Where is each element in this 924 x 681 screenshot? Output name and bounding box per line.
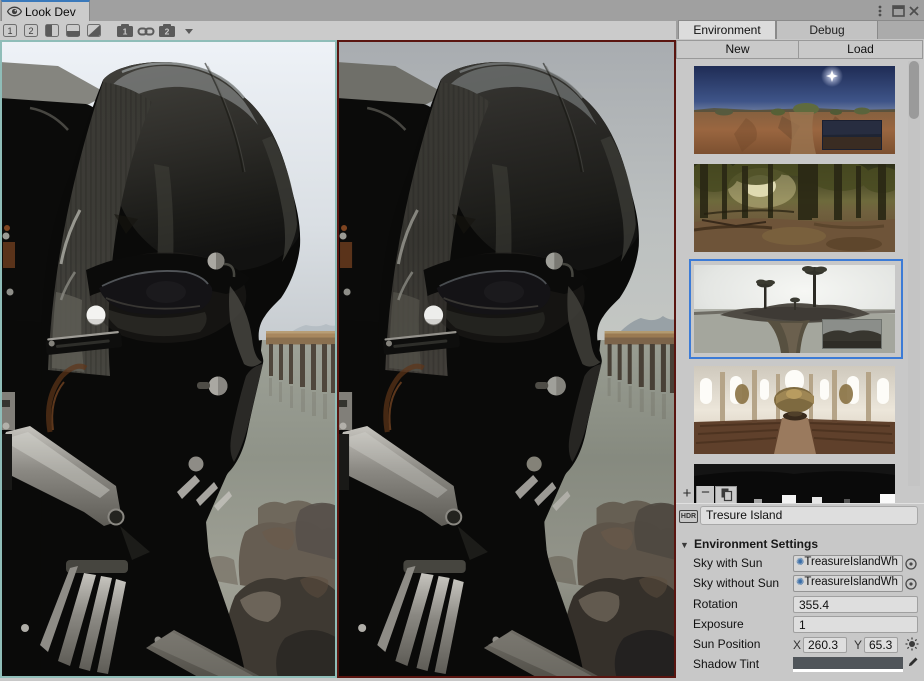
svg-text:1: 1 xyxy=(7,26,12,36)
svg-text:1: 1 xyxy=(123,27,128,37)
svg-text:2: 2 xyxy=(165,27,170,37)
svg-text:2: 2 xyxy=(28,26,33,36)
